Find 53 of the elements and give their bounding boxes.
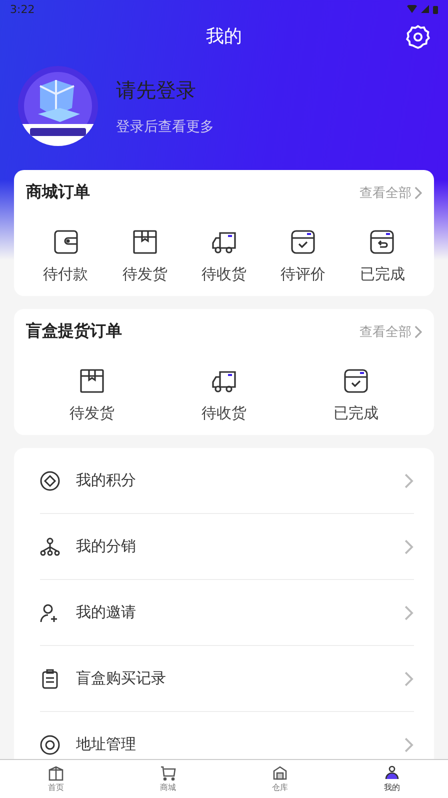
menu-item[interactable]: 我的邀请 [76,603,404,622]
signal-icon [421,5,429,13]
section-title: 盲盒提货订单 [26,321,122,342]
order-status-link[interactable]: 待评价 [280,265,326,284]
order-status-link[interactable]: 待收货 [202,404,246,423]
order-status-link[interactable]: 已完成 [334,404,378,423]
settings-icon[interactable] [405,24,431,50]
status-time: 3:22 [10,2,35,16]
menu-item[interactable]: 我的积分 [76,471,404,490]
tab-label: 首页 [48,782,64,793]
menu-item[interactable]: 我的分销 [76,537,404,556]
menu-item[interactable]: 地址管理 [76,735,404,754]
order-status-link[interactable]: 待发货 [70,404,114,423]
box-return-icon [369,229,396,255]
order-status-link[interactable]: 已完成 [360,265,405,284]
gift-icon [48,765,64,781]
box-icon [132,229,158,255]
location-icon [40,734,60,754]
box-check-icon [290,229,316,255]
tab-label: 商城 [160,782,176,793]
tab[interactable]: 首页 [0,760,112,798]
chevron-icon [404,538,414,554]
tab[interactable]: 商城 [112,760,224,798]
tab[interactable]: 仓库 [224,760,336,798]
tab-label: 仓库 [272,782,288,793]
truck-icon [211,229,237,255]
order-status-link[interactable]: 待收货 [202,265,246,284]
network-icon [40,536,60,556]
cart-icon [160,765,176,781]
chevron-icon [404,604,414,620]
tab[interactable]: 我的 [336,760,448,798]
chevron-icon [404,736,414,752]
clipboard-icon [40,668,60,688]
chevron-icon [404,472,414,488]
wifi-icon [407,5,417,13]
warehouse-icon [272,765,288,781]
page-title: 我的 [206,25,242,48]
user-add-icon [40,602,60,622]
truck-icon [211,368,237,394]
order-status-link[interactable]: 待付款 [43,265,88,284]
menu-item[interactable]: 盲盒购买记录 [76,669,404,688]
wallet-icon [52,229,79,255]
user-icon [384,765,400,781]
chevron-icon [414,324,422,338]
login-hint: 登录后查看更多 [116,118,214,136]
order-status-link[interactable]: 待发货 [122,265,168,284]
tab-label: 我的 [384,782,400,793]
section-title: 商城订单 [26,182,90,203]
chevron-icon [414,186,422,200]
box-check-icon [343,368,369,394]
box-icon [79,368,105,394]
chevron-icon [404,670,414,686]
battery-icon [433,4,438,14]
